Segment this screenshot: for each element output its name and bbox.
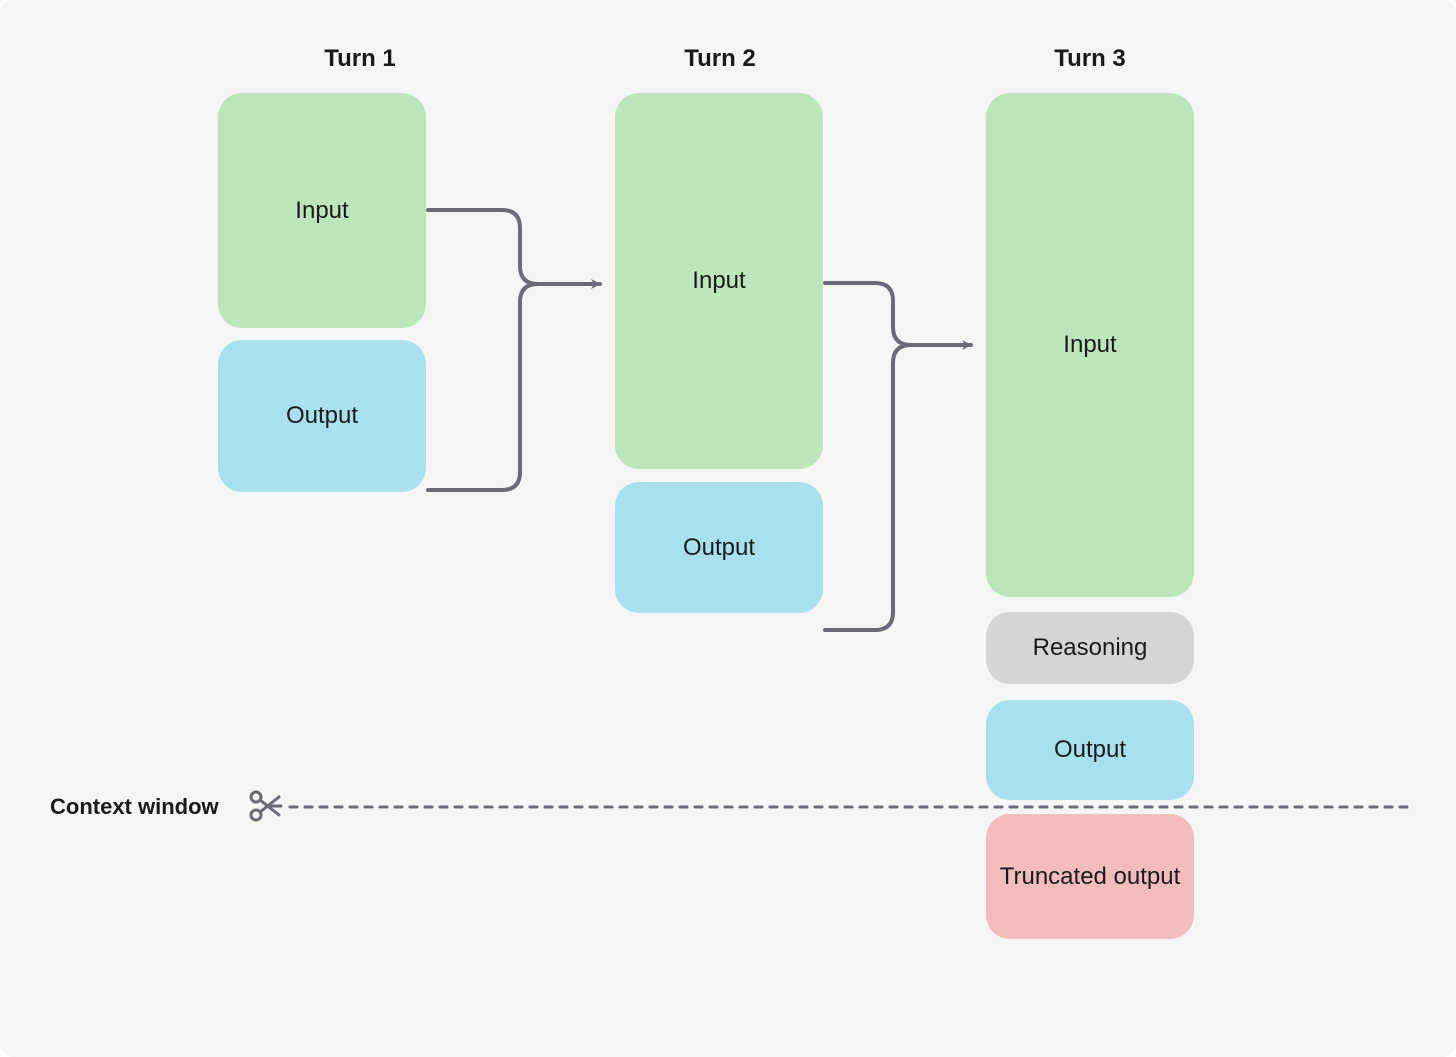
turn3-reasoning-label: Reasoning xyxy=(1033,634,1148,662)
arrow-turn1-to-turn2 xyxy=(428,210,600,490)
diagram-canvas: Turn 1 Turn 2 Turn 3 Input Output Input … xyxy=(0,0,1456,1057)
turn1-output-label: Output xyxy=(286,402,358,430)
heading-turn2: Turn 2 xyxy=(620,45,820,73)
context-window-label: Context window xyxy=(50,794,219,820)
turn3-output-box: Output xyxy=(986,700,1194,800)
turn2-input-label: Input xyxy=(692,267,745,295)
scissors-icon xyxy=(251,792,281,820)
heading-turn3: Turn 3 xyxy=(990,45,1190,73)
turn3-reasoning-box: Reasoning xyxy=(986,612,1194,684)
turn1-input-box: Input xyxy=(218,93,426,328)
turn2-input-box: Input xyxy=(615,93,823,469)
turn1-input-label: Input xyxy=(295,197,348,225)
turn2-output-label: Output xyxy=(683,534,755,562)
turn3-output-label: Output xyxy=(1054,736,1126,764)
turn3-truncated-label: Truncated output xyxy=(1000,861,1181,892)
turn3-input-label: Input xyxy=(1063,331,1116,359)
heading-turn1: Turn 1 xyxy=(260,45,460,73)
turn2-output-box: Output xyxy=(615,482,823,613)
turn3-truncated-box: Truncated output xyxy=(986,814,1194,939)
turn3-input-box: Input xyxy=(986,93,1194,597)
arrow-turn2-to-turn3 xyxy=(825,283,971,630)
turn1-output-box: Output xyxy=(218,340,426,492)
